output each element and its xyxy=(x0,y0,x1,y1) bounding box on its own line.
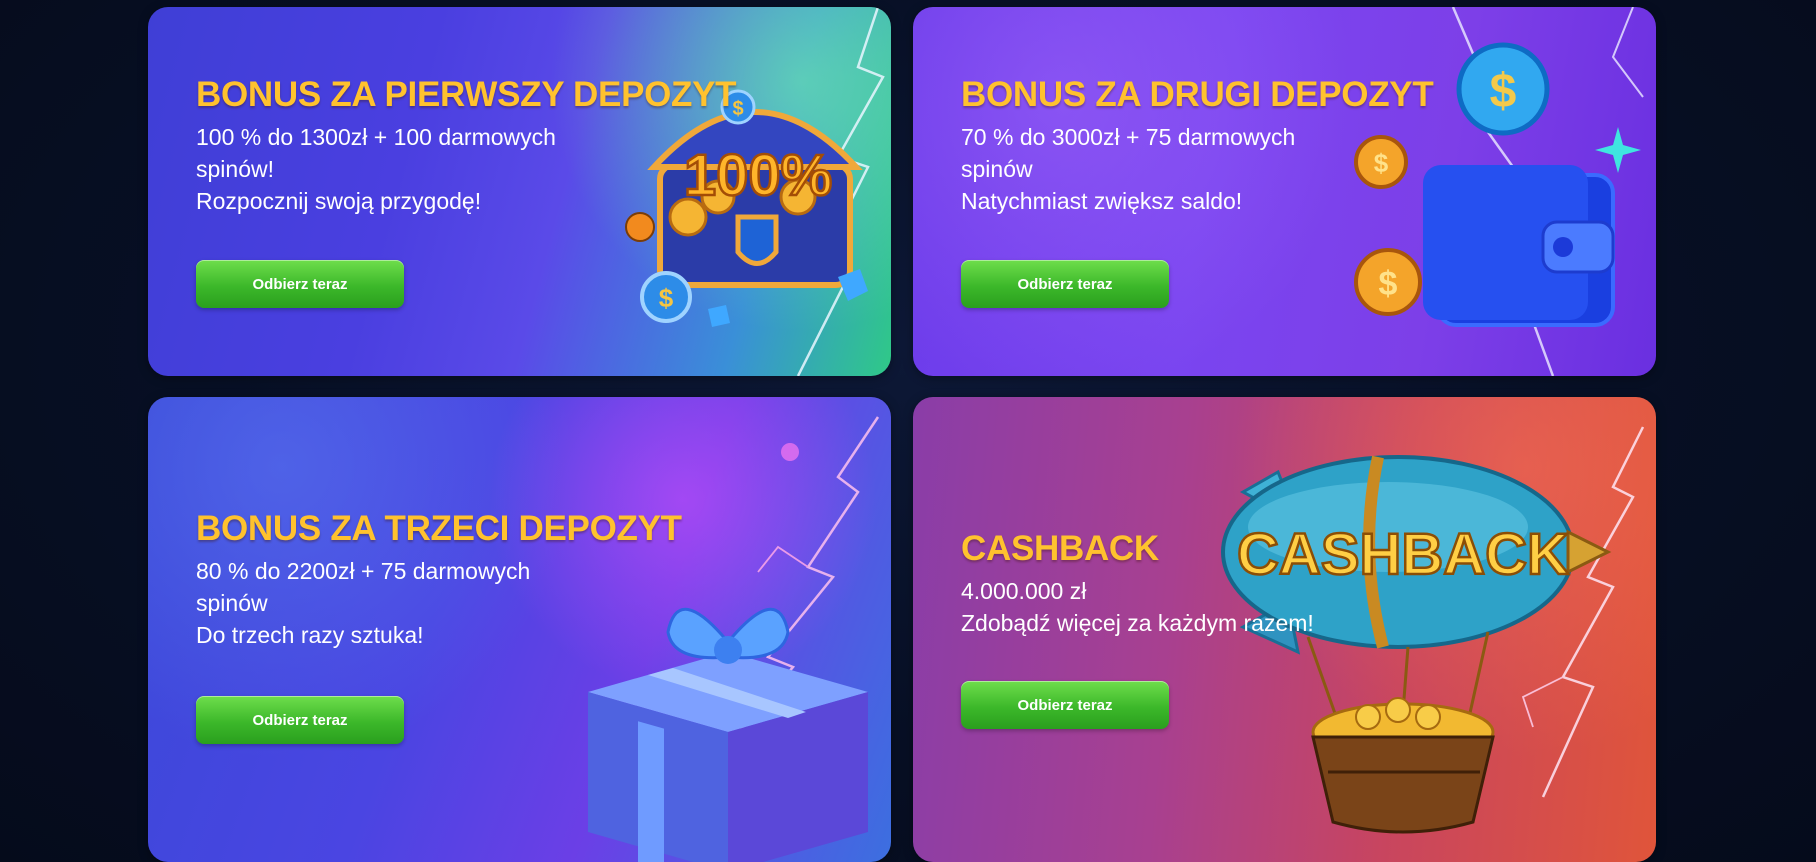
bonus-card-second-deposit: $ $ $ BONUS ZA DRUGI DEPOZYT 70 % do 300… xyxy=(913,7,1656,376)
card-text-line: spinów! xyxy=(196,156,274,182)
card-title: BONUS ZA DRUGI DEPOZYT xyxy=(961,75,1434,114)
card-title: BONUS ZA TRZECI DEPOZYT xyxy=(196,509,682,548)
card-text-line: Rozpocznij swoją przygodę! xyxy=(196,188,482,214)
bonus-card-third-deposit: BONUS ZA TRZECI DEPOZYT 80 % do 2200zł +… xyxy=(148,397,891,862)
claim-button[interactable]: Odbierz teraz xyxy=(961,260,1169,308)
card-text-line: Natychmiast zwiększ saldo! xyxy=(961,188,1243,214)
claim-button[interactable]: Odbierz teraz xyxy=(196,260,404,308)
svg-text:$: $ xyxy=(1490,65,1517,118)
claim-button[interactable]: Odbierz teraz xyxy=(196,696,404,744)
card-text-line: 80 % do 2200zł + 75 darmowych xyxy=(196,558,531,584)
bonus-card-first-deposit: $ $ 100% BONUS ZA PIERWSZY DEPOZYT 100 %… xyxy=(148,7,891,376)
card-text-line: spinów xyxy=(196,590,268,616)
svg-text:$: $ xyxy=(1379,265,1398,303)
card-text-line: 100 % do 1300zł + 100 darmowych xyxy=(196,124,556,150)
card-title: BONUS ZA PIERWSZY DEPOZYT xyxy=(196,75,737,114)
card-text-line: 4.000.000 zł xyxy=(961,578,1087,604)
card-text-line: 70 % do 3000zł + 75 darmowych xyxy=(961,124,1296,150)
card-title: CASHBACK xyxy=(961,529,1159,568)
card-text-line: spinów xyxy=(961,156,1033,182)
card-text-line: Do trzech razy sztuka! xyxy=(196,622,424,648)
cashback-card: CASHBACK CASHBACK 4.000.000 zł Zdobądź w… xyxy=(913,397,1656,862)
claim-button[interactable]: Odbierz teraz xyxy=(961,681,1169,729)
svg-text:$: $ xyxy=(659,283,674,313)
card-text-line: Zdobądź więcej za każdym razem! xyxy=(961,610,1314,636)
